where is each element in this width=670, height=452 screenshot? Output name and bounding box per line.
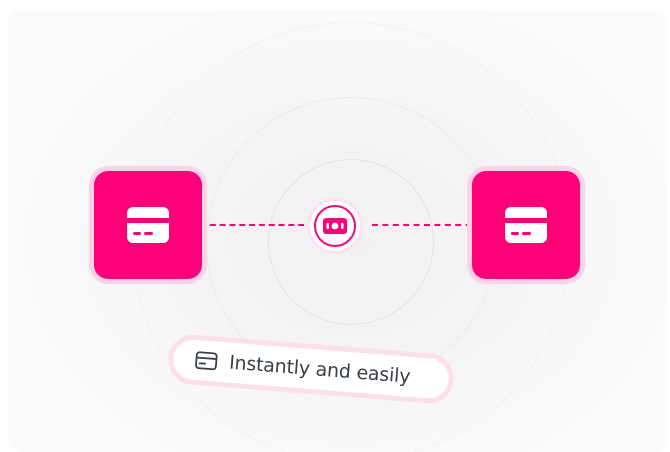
connection-line-right — [372, 224, 482, 226]
credit-card-icon — [195, 351, 218, 371]
sender-card-tile — [94, 171, 202, 279]
payment-illustration: Instantly and easily — [0, 0, 670, 452]
credit-card-icon — [505, 207, 547, 243]
transfer-node-ring — [314, 205, 356, 247]
connection-line-left — [200, 224, 314, 226]
transfer-node — [310, 201, 360, 251]
feature-badge-label: Instantly and easily — [228, 351, 412, 388]
money-transfer-icon — [323, 218, 347, 234]
receiver-card-tile — [472, 171, 580, 279]
credit-card-icon — [127, 207, 169, 243]
